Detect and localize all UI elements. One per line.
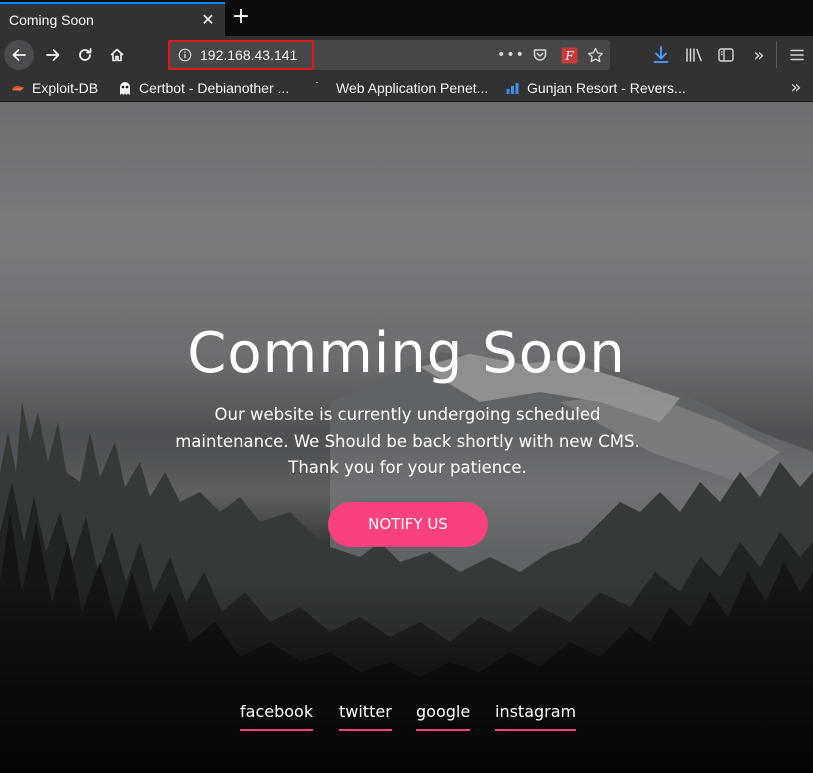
page-title: Comming Soon [187,321,626,386]
bookmark-exploit-db[interactable]: Exploit-DB [10,78,98,98]
tab-coming-soon[interactable]: Coming Soon ✕ [0,2,225,36]
library-icon[interactable] [683,44,705,66]
bookmarks-bar: Exploit-DB Certbot - Debianother ... Web… [0,74,813,102]
url-text[interactable]: 192.168.43.141 [200,47,297,63]
browser-window: Coming Soon ✕ + 192.168.43.141 ••• F » E… [0,0,813,773]
close-icon[interactable]: ✕ [198,10,218,30]
exploit-db-icon [10,80,26,96]
arrow-right-icon [46,49,60,61]
bar-chart-icon [505,80,521,96]
nav-bar: 192.168.43.141 ••• F » [0,36,813,74]
sidebar-icon[interactable] [715,44,737,66]
tab-strip: Coming Soon ✕ + [0,0,813,36]
social-link-facebook[interactable]: facebook [240,702,314,731]
bookmark-label: Gunjan Resort - Revers... [527,80,686,96]
bookmark-label: Web Application Penet... [336,80,489,96]
message-line: Our website is currently undergoing sche… [214,405,601,424]
svg-text:F: F [564,49,574,63]
bookmark-label: Exploit-DB [32,80,99,96]
social-link-google[interactable]: google [416,702,471,731]
menu-icon[interactable] [786,44,808,66]
certbot-icon [117,80,133,96]
star-icon[interactable] [586,46,604,64]
message-line: Thank you for your patience. [288,458,527,477]
social-link-instagram[interactable]: instagram [495,702,577,731]
bookmark-web-app-pentest[interactable]: Web Application Penet... [314,78,488,98]
pocket-icon[interactable] [531,46,549,64]
extension-icon[interactable]: F [560,46,578,64]
bookmark-certbot[interactable]: Certbot - Debianother ... [117,78,289,98]
bookmark-label: Certbot - Debianother ... [139,80,290,96]
bookmark-gunjan-resort[interactable]: Gunjan Resort - Revers... [505,78,686,98]
reload-button[interactable] [70,40,100,70]
new-tab-icon[interactable]: + [230,6,252,28]
info-icon[interactable] [178,48,192,62]
reload-icon [79,48,92,61]
forward-button[interactable] [38,40,68,70]
notify-us-button[interactable]: NOTIFY US [328,502,488,547]
bookmarks-overflow-icon[interactable]: » [786,78,806,98]
download-icon[interactable] [650,44,672,66]
toolbar-divider [776,42,777,68]
message-line: maintenance. We Should be back shortly w… [175,431,640,451]
web-page: Comming Soon Our website is currently un… [0,102,813,773]
page-actions-icon[interactable]: ••• [497,46,524,64]
home-button[interactable] [102,40,132,70]
tab-title: Coming Soon [9,12,94,28]
back-button[interactable] [4,40,34,70]
social-link-twitter[interactable]: twitter [339,702,392,731]
home-icon [110,48,124,62]
address-bar[interactable]: 192.168.43.141 ••• F [168,40,610,70]
overflow-icon[interactable]: » [748,44,770,66]
maintenance-message: Our website is currently undergoing sche… [156,402,659,482]
arrow-left-icon [12,49,26,61]
web-page-icon [314,80,330,96]
